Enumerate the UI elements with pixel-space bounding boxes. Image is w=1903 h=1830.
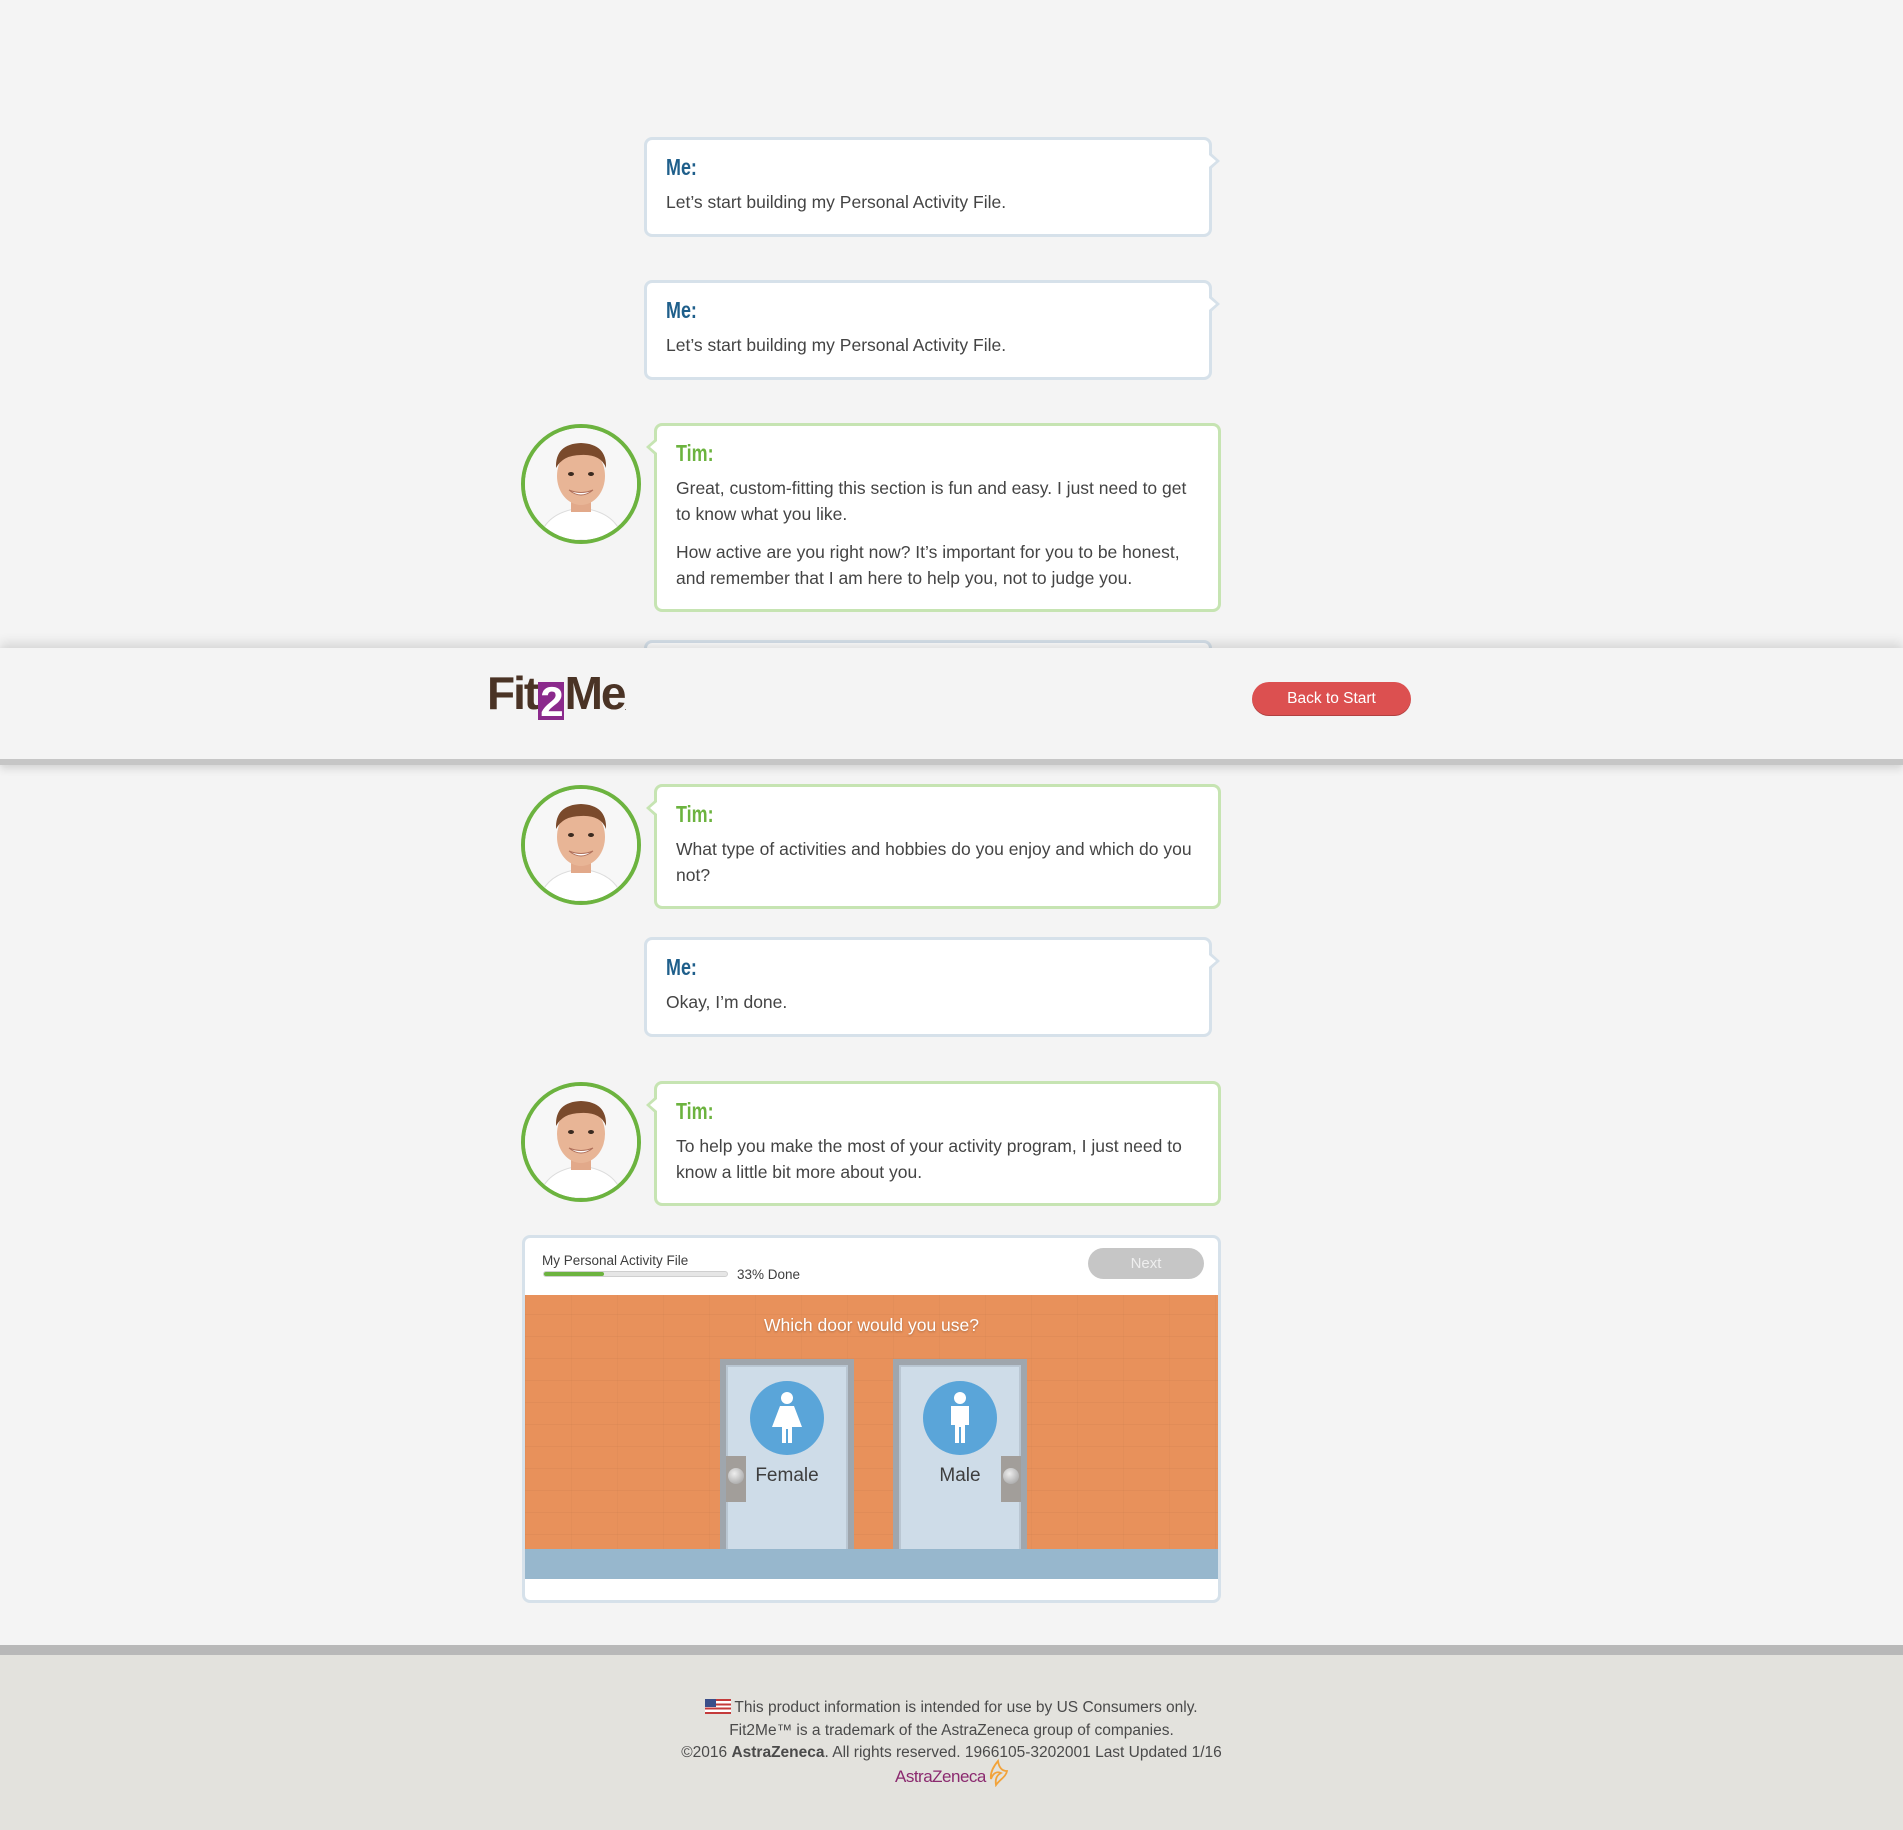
logo-suffix: Me <box>564 667 627 719</box>
tim-message-bubble: Tim: To help you make the most of your a… <box>646 1081 1221 1206</box>
female-icon <box>750 1381 824 1455</box>
tim-message-bubble: Tim: Great, custom-fitting this section … <box>646 423 1221 612</box>
progress-bar <box>543 1271 728 1277</box>
footer-consumer-notice: This product information is intended for… <box>0 1697 1903 1720</box>
astrazeneca-logo[interactable]: AstraZeneca <box>895 1759 1009 1787</box>
footer-line-1: This product information is intended for… <box>734 1699 1198 1716</box>
scene-question: Which door would you use? <box>764 1315 979 1335</box>
site-header: Fit 2 Me. Back to Start <box>0 648 1903 765</box>
message-text: Let’s start building my Personal Activit… <box>666 335 1007 355</box>
progress-label: 33% Done <box>737 1267 801 1282</box>
tim-avatar <box>521 424 641 544</box>
copyright-suffix: . All rights reserved. 1966105-3202001 L… <box>824 1744 1222 1761</box>
tim-avatar <box>521 1082 641 1202</box>
door-handle <box>1001 1456 1021 1502</box>
speaker-label: Tim: <box>676 801 714 827</box>
logo-prefix: Fit <box>487 667 539 719</box>
footer-line-2: Fit2Me™ is a trademark of the AstraZenec… <box>729 1721 1174 1739</box>
logo-two: 2 <box>538 678 564 725</box>
message-text: Great, custom-fitting this section is fu… <box>676 478 1187 524</box>
copyright-company: AstraZeneca <box>731 1744 825 1761</box>
door-panel: Male <box>899 1365 1021 1551</box>
message-text: Let’s start building my Personal Activit… <box>666 192 1007 212</box>
speaker-label: Me: <box>666 954 697 980</box>
message-text: Okay, I’m done. <box>666 992 788 1012</box>
door-scene: Which door would you use? Female Male <box>525 1295 1218 1579</box>
door-panel: Female <box>726 1365 848 1551</box>
logo-mark: . <box>624 703 627 712</box>
me-message-bubble: Me: Okay, I’m done. <box>644 937 1220 1037</box>
male-icon <box>923 1381 997 1455</box>
footer-copyright: ©2016 AstraZeneca. All rights reserved. … <box>0 1742 1903 1765</box>
brick-wall <box>525 1295 1218 1579</box>
panel-title: My Personal Activity File <box>542 1253 689 1268</box>
tim-message-bubble: Tim: What type of activities and hobbies… <box>646 784 1221 909</box>
conversation: Me: Let’s start building my Personal Act… <box>0 0 1903 1645</box>
door-knob-icon <box>1003 1468 1019 1484</box>
next-button[interactable]: Next <box>1088 1248 1204 1279</box>
me-message-bubble: Me: Let’s start building my Personal Act… <box>644 280 1220 380</box>
astrazeneca-logo-text: AstraZeneca <box>895 1767 986 1786</box>
us-flag-icon <box>705 1699 732 1714</box>
copyright-prefix: ©2016 <box>681 1744 732 1761</box>
tim-portrait-icon <box>525 428 637 540</box>
message-text: How active are you right now? It’s impor… <box>676 542 1180 588</box>
speaker-label: Tim: <box>676 440 714 466</box>
progress-fill <box>544 1272 605 1276</box>
activity-file-panel: My Personal Activity File 33% Done Next … <box>522 1235 1221 1603</box>
me-message-bubble: Me: Let’s start building my Personal Act… <box>644 137 1220 237</box>
male-door[interactable]: Male <box>893 1359 1027 1551</box>
door-knob-icon <box>728 1468 744 1484</box>
tim-portrait-icon <box>525 789 637 901</box>
tim-portrait-icon <box>525 1086 637 1198</box>
speaker-label: Me: <box>666 297 697 323</box>
astrazeneca-symbol-icon <box>989 1759 1008 1787</box>
footer-divider <box>0 1645 1903 1655</box>
speaker-label: Me: <box>666 154 697 180</box>
message-text: What type of activities and hobbies do y… <box>676 839 1192 885</box>
site-footer: This product information is intended for… <box>0 1655 1903 1830</box>
door-handle <box>726 1456 746 1502</box>
floor <box>525 1549 1218 1579</box>
fit2me-logo[interactable]: Fit 2 Me. <box>487 667 627 725</box>
tim-avatar <box>521 785 641 905</box>
speaker-label: Tim: <box>676 1098 714 1124</box>
female-door[interactable]: Female <box>720 1359 854 1551</box>
back-to-start-button[interactable]: Back to Start <box>1252 682 1411 716</box>
message-text: To help you make the most of your activi… <box>676 1136 1182 1182</box>
